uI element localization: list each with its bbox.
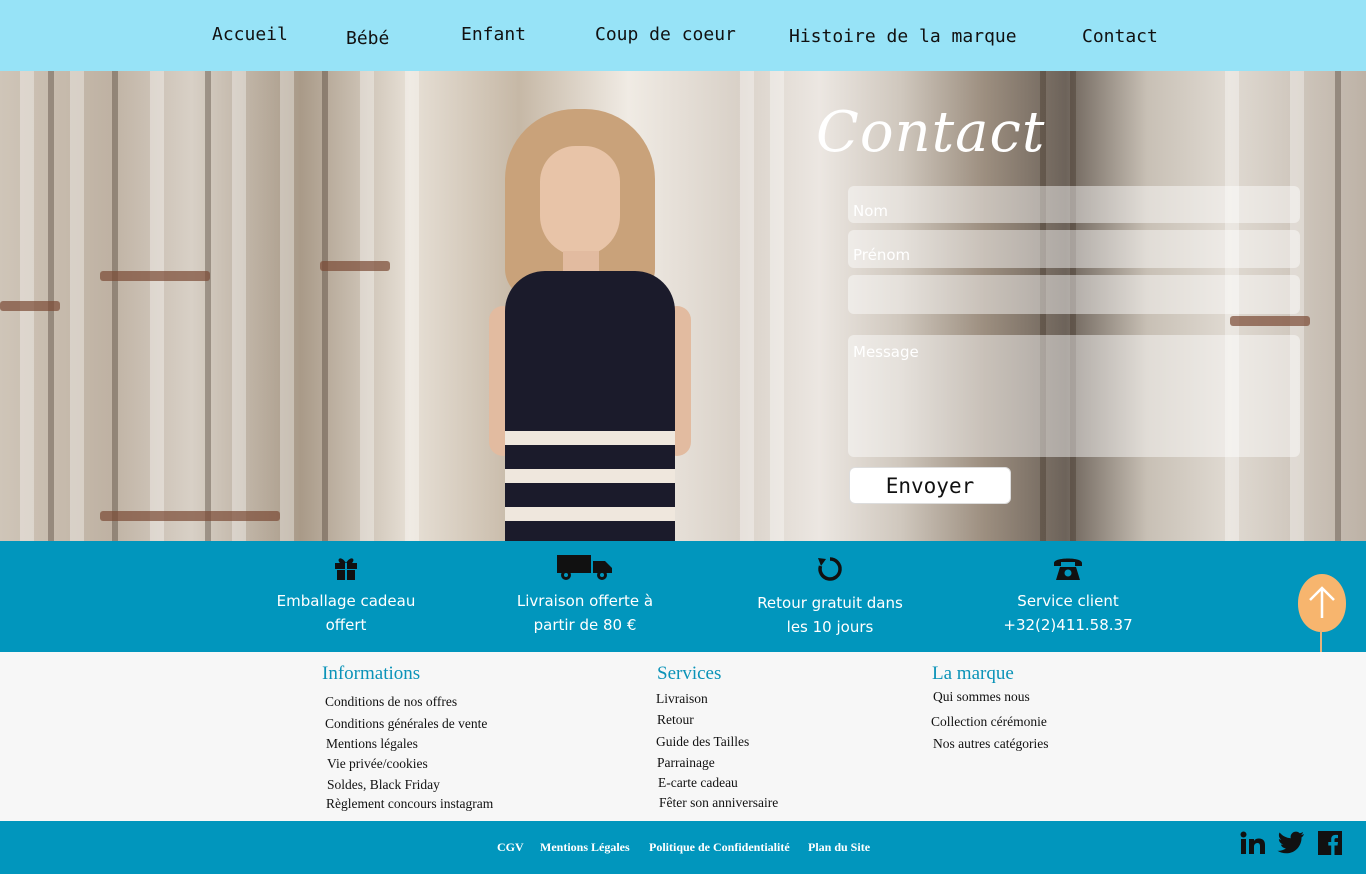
dress-stripe: [505, 431, 675, 445]
prenom-field[interactable]: [848, 230, 1300, 268]
wood-plank: [112, 71, 118, 541]
wood-plank: [1335, 71, 1341, 541]
nav-item-enfant[interactable]: Enfant: [461, 24, 526, 45]
phone-icon: [1054, 558, 1082, 580]
marque-link[interactable]: Qui sommes nous: [933, 689, 1030, 705]
info-link[interactable]: Vie privée/cookies: [327, 756, 428, 772]
nav-item-bebe[interactable]: Bébé: [346, 28, 389, 49]
twitter-icon[interactable]: [1277, 831, 1305, 855]
nav-item-histoire[interactable]: Histoire de la marque: [789, 26, 1017, 47]
wood-plank: [405, 71, 419, 541]
dress-stripe: [505, 469, 675, 483]
feature-delivery-line2: partir de 80 €: [533, 616, 637, 634]
marque-link[interactable]: Collection cérémonie: [931, 714, 1047, 730]
services-link[interactable]: Retour: [657, 712, 694, 728]
cgv-link[interactable]: CGV: [497, 840, 524, 855]
feature-return: Retour gratuit dans les 10 jours: [745, 555, 915, 639]
rust-hinge: [1230, 316, 1310, 326]
info-link[interactable]: Conditions de nos offres: [325, 694, 457, 710]
feature-service: Service client +32(2)411.58.37: [988, 555, 1148, 637]
marque-link[interactable]: Nos autres catégories: [933, 736, 1048, 752]
feature-service-line1: Service client: [1017, 592, 1119, 610]
feature-return-line1: Retour gratuit dans: [757, 594, 903, 612]
feature-return-line2: les 10 jours: [786, 618, 874, 636]
services-link[interactable]: E-carte cadeau: [658, 775, 738, 791]
wood-plank: [322, 71, 328, 541]
services-link[interactable]: Fêter son anniversaire: [659, 795, 778, 811]
gift-icon: [335, 558, 357, 580]
wood-plank: [740, 71, 754, 541]
top-navigation: Accueil Bébé Enfant Coup de coeur Histoi…: [0, 0, 1366, 71]
dress-stripe: [505, 507, 675, 521]
facebook-icon[interactable]: [1318, 831, 1342, 855]
send-button[interactable]: Envoyer: [849, 467, 1011, 504]
informations-title: Informations: [322, 663, 421, 684]
bottom-bar: CGV Mentions Légales Politique de Confid…: [0, 821, 1366, 874]
nav-item-coup-de-coeur[interactable]: Coup de coeur: [595, 24, 736, 45]
rust-hinge: [320, 261, 390, 271]
services-link[interactable]: Livraison: [656, 691, 708, 707]
nav-item-contact[interactable]: Contact: [1082, 26, 1158, 47]
feature-gift-line1: Emballage cadeau: [276, 592, 416, 610]
wood-plank: [70, 71, 84, 541]
footer-links: Informations Conditions de nos offres Co…: [0, 652, 1366, 821]
wood-plank: [280, 71, 294, 541]
services-link[interactable]: Parrainage: [657, 755, 715, 771]
nom-field[interactable]: [848, 186, 1300, 223]
message-field[interactable]: [848, 335, 1300, 457]
contact-title: Contact: [816, 100, 1046, 165]
wood-plank: [770, 71, 784, 541]
feature-gift-line2: offert: [325, 616, 367, 634]
girl-face: [540, 146, 620, 256]
girl-dress: [505, 271, 675, 541]
feature-service-line2: +32(2)411.58.37: [1003, 616, 1133, 634]
marque-title: La marque: [932, 663, 1014, 684]
info-link[interactable]: Mentions légales: [326, 736, 418, 752]
mentions-legales-link[interactable]: Mentions Légales: [540, 840, 630, 855]
feature-gift: Emballage cadeau offert: [266, 553, 426, 637]
linkedin-icon[interactable]: [1240, 831, 1266, 855]
wood-plank: [205, 71, 211, 541]
hero-photo-girl: [445, 101, 725, 541]
wood-plank: [232, 71, 246, 541]
arrow-up-icon: [1309, 586, 1335, 618]
info-link[interactable]: Conditions générales de vente: [325, 716, 487, 732]
info-link[interactable]: Soldes, Black Friday: [327, 777, 440, 793]
info-link[interactable]: Règlement concours instagram: [326, 796, 493, 812]
services-link[interactable]: Guide des Tailles: [656, 734, 749, 750]
sitemap-link[interactable]: Plan du Site: [808, 840, 870, 855]
refresh-icon: [818, 557, 842, 581]
rust-hinge: [0, 301, 60, 311]
feature-delivery-line1: Livraison offerte à: [516, 592, 654, 610]
rust-hinge: [100, 271, 210, 281]
privacy-link[interactable]: Politique de Confidentialité: [649, 840, 790, 855]
wood-plank: [150, 71, 164, 541]
wood-plank: [360, 71, 374, 541]
rust-hinge: [100, 511, 280, 521]
scroll-top-button[interactable]: [1298, 574, 1346, 632]
feature-delivery: Livraison offerte à partir de 80 €: [500, 553, 670, 637]
features-band: Emballage cadeau offert Livraison offert…: [0, 541, 1366, 652]
extra-field[interactable]: [848, 275, 1300, 314]
services-title: Services: [657, 663, 722, 684]
balloon-string: [1320, 630, 1322, 652]
truck-icon: [557, 555, 612, 580]
nav-item-accueil[interactable]: Accueil: [212, 24, 288, 45]
